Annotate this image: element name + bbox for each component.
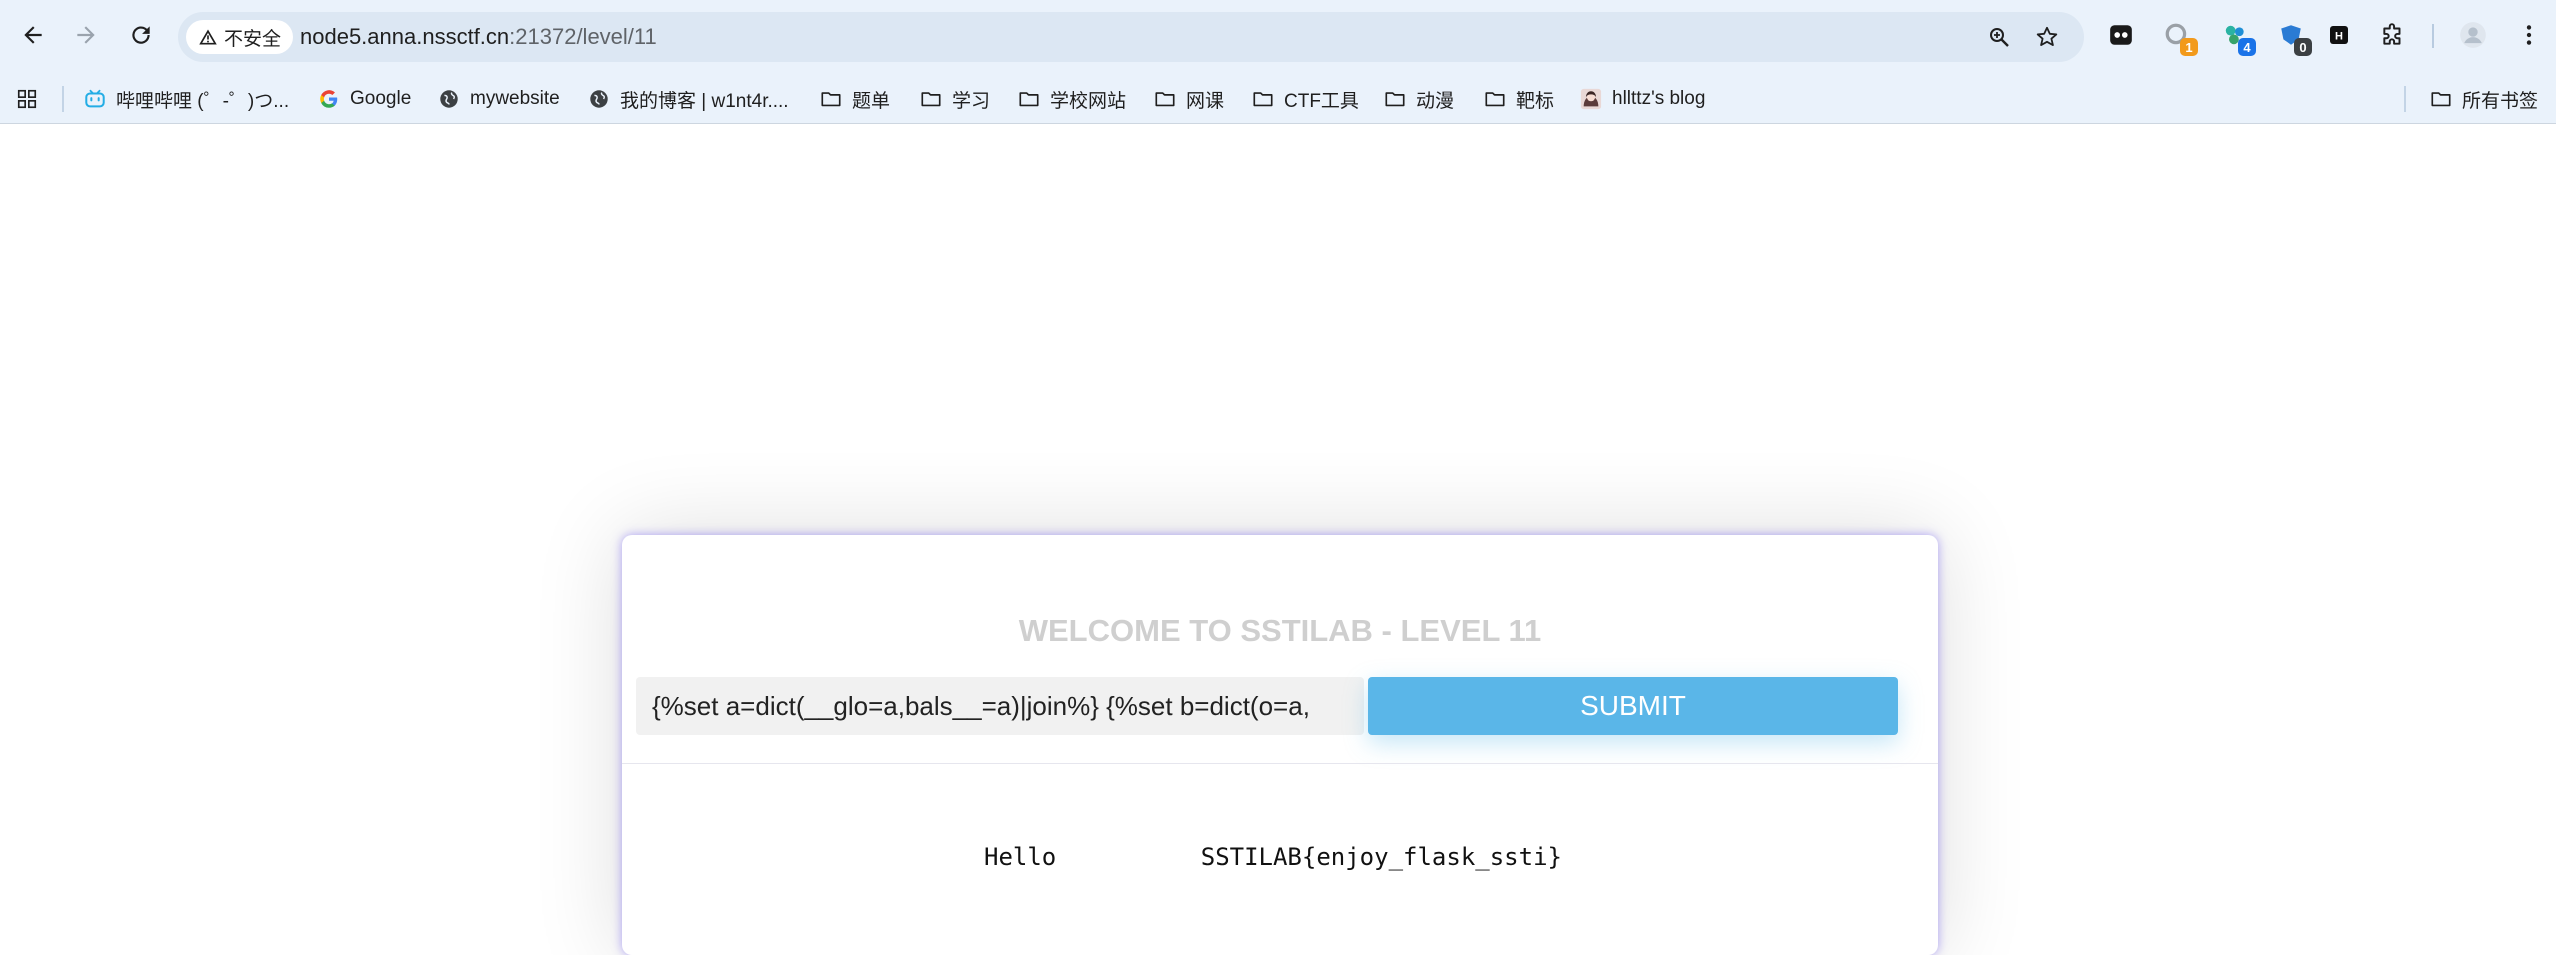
result-output: Hello SSTILAB{enjoy_flask_ssti}	[984, 843, 1562, 871]
folder-icon	[2431, 92, 2451, 107]
bookmark-folder-online-courses[interactable]: 网课	[1154, 82, 1224, 116]
search-extension-badge: 1	[2180, 38, 2198, 56]
avatar-icon	[1580, 88, 1602, 110]
folder-icon	[1019, 92, 1039, 107]
page-title: WELCOME TO SSTILAB - LEVEL 11	[1018, 613, 1542, 648]
profile-avatar-icon	[2460, 22, 2486, 48]
apps-button[interactable]	[16, 82, 38, 116]
bookmark-google[interactable]: Google	[318, 82, 411, 116]
reload-button[interactable]	[124, 18, 158, 52]
query-input[interactable]	[636, 677, 1364, 735]
search-extension-button[interactable]: 1	[2162, 20, 2198, 56]
bookmark-label: CTF工具	[1284, 90, 1359, 112]
reload-icon	[132, 26, 150, 44]
bookmark-label: Google	[350, 88, 412, 109]
bookmark-folder-school-sites[interactable]: 学校网站	[1018, 82, 1126, 116]
kebab-menu-icon	[2526, 25, 2532, 45]
page-viewport: WELCOME TO SSTILAB - LEVEL 11 SUBMIT Hel…	[0, 125, 2556, 955]
bookmark-label: 网课	[1186, 90, 1225, 112]
bookmark-star-button[interactable]	[2032, 22, 2062, 52]
url-text[interactable]: node5.anna.nssctf.cn:21372/level/11	[300, 24, 657, 50]
forward-button[interactable]	[69, 18, 103, 52]
puzzle-icon	[2383, 23, 2401, 45]
bookmarks-separator	[2404, 86, 2406, 112]
bookmark-my-blog[interactable]: 我的博客 | w1nt4r....	[588, 82, 789, 116]
bookmark-label: 题单	[852, 90, 891, 112]
folder-icon	[1385, 92, 1405, 107]
cookie-extension-button[interactable]: 4	[2220, 20, 2256, 56]
google-icon	[320, 90, 338, 108]
bookmarks-separator	[62, 86, 64, 112]
arrow-left-icon	[24, 26, 42, 44]
arrow-right-icon	[77, 26, 95, 44]
tab-extension-button[interactable]	[2106, 20, 2136, 50]
apps-grid-icon	[17, 89, 37, 109]
star-icon	[2036, 26, 2058, 46]
bookmark-folder-anime[interactable]: 动漫	[1384, 82, 1454, 116]
address-bar[interactable]: 不安全 node5.anna.nssctf.cn:21372/level/11	[178, 12, 2084, 62]
browser-toolbar: 不安全 node5.anna.nssctf.cn:21372/level/11 …	[0, 0, 2556, 74]
back-button[interactable]	[16, 18, 50, 52]
submit-button[interactable]: SUBMIT	[1368, 677, 1898, 735]
bookmark-label: 我的博客 | w1nt4r....	[620, 90, 789, 112]
bookmark-folder-ctf-tools[interactable]: CTF工具	[1252, 82, 1359, 116]
folder-icon	[1155, 92, 1175, 107]
sstilab-card: WELCOME TO SSTILAB - LEVEL 11 SUBMIT Hel…	[622, 535, 1938, 955]
security-chip[interactable]: 不安全	[186, 20, 294, 54]
all-bookmarks-button[interactable]: 所有书签	[2430, 82, 2538, 116]
globe-icon	[590, 90, 608, 108]
zoom-in-icon	[1990, 28, 2009, 47]
bookmark-label: 靶标	[1516, 90, 1555, 112]
bookmark-folder-study[interactable]: 学习	[920, 82, 990, 116]
folder-icon	[1253, 92, 1273, 107]
hack-bar-extension-button[interactable]: H	[2324, 20, 2354, 50]
hack-extension-badge: 0	[2294, 38, 2312, 56]
all-bookmarks-label: 所有书签	[2462, 90, 2539, 112]
bookmark-label: 哔哩哔哩 (゜-゜)つ...	[116, 90, 290, 112]
warning-icon	[199, 29, 217, 45]
url-path: :21372/level/11	[509, 24, 657, 49]
bookmarks-bar: 哔哩哔哩 (゜-゜)つ... Google mywebsite 我的博客 | w…	[0, 74, 2556, 124]
extensions-menu-button[interactable]	[2378, 20, 2408, 50]
profile-button[interactable]	[2458, 20, 2488, 50]
browser-menu-button[interactable]	[2514, 20, 2544, 50]
bookmark-bilibili[interactable]: 哔哩哔哩 (゜-゜)つ...	[84, 82, 289, 116]
bookmark-label: 学校网站	[1050, 90, 1127, 112]
globe-icon	[440, 90, 458, 108]
folder-icon	[821, 92, 841, 107]
bilibili-icon	[85, 89, 105, 108]
svg-text:H: H	[2335, 31, 2343, 43]
folder-icon	[1485, 92, 1505, 107]
bookmark-label: 学习	[952, 90, 991, 112]
cookie-extension-badge: 4	[2238, 38, 2256, 56]
bookmark-folder-problem-list[interactable]: 题单	[820, 82, 890, 116]
url-host: node5.anna.nssctf.cn	[300, 24, 510, 49]
bookmark-hllttz-blog[interactable]: hllttz's blog	[1580, 82, 1705, 116]
security-label: 不安全	[224, 28, 282, 50]
folder-icon	[921, 92, 941, 107]
bookmark-folder-targets[interactable]: 靶标	[1484, 82, 1554, 116]
bookmark-label: mywebsite	[470, 88, 560, 109]
zoom-button[interactable]	[1984, 22, 2014, 52]
hack-extension-button[interactable]: 0	[2276, 20, 2312, 56]
bookmark-mywebsite[interactable]: mywebsite	[438, 82, 560, 116]
bookmark-label: 动漫	[1416, 90, 1455, 112]
bookmark-label: hllttz's blog	[1612, 88, 1706, 109]
divider	[622, 763, 1938, 764]
toolbar-separator	[2432, 24, 2434, 48]
hackbar-icon: H	[2330, 26, 2348, 44]
tab-extension-icon	[2110, 25, 2132, 45]
